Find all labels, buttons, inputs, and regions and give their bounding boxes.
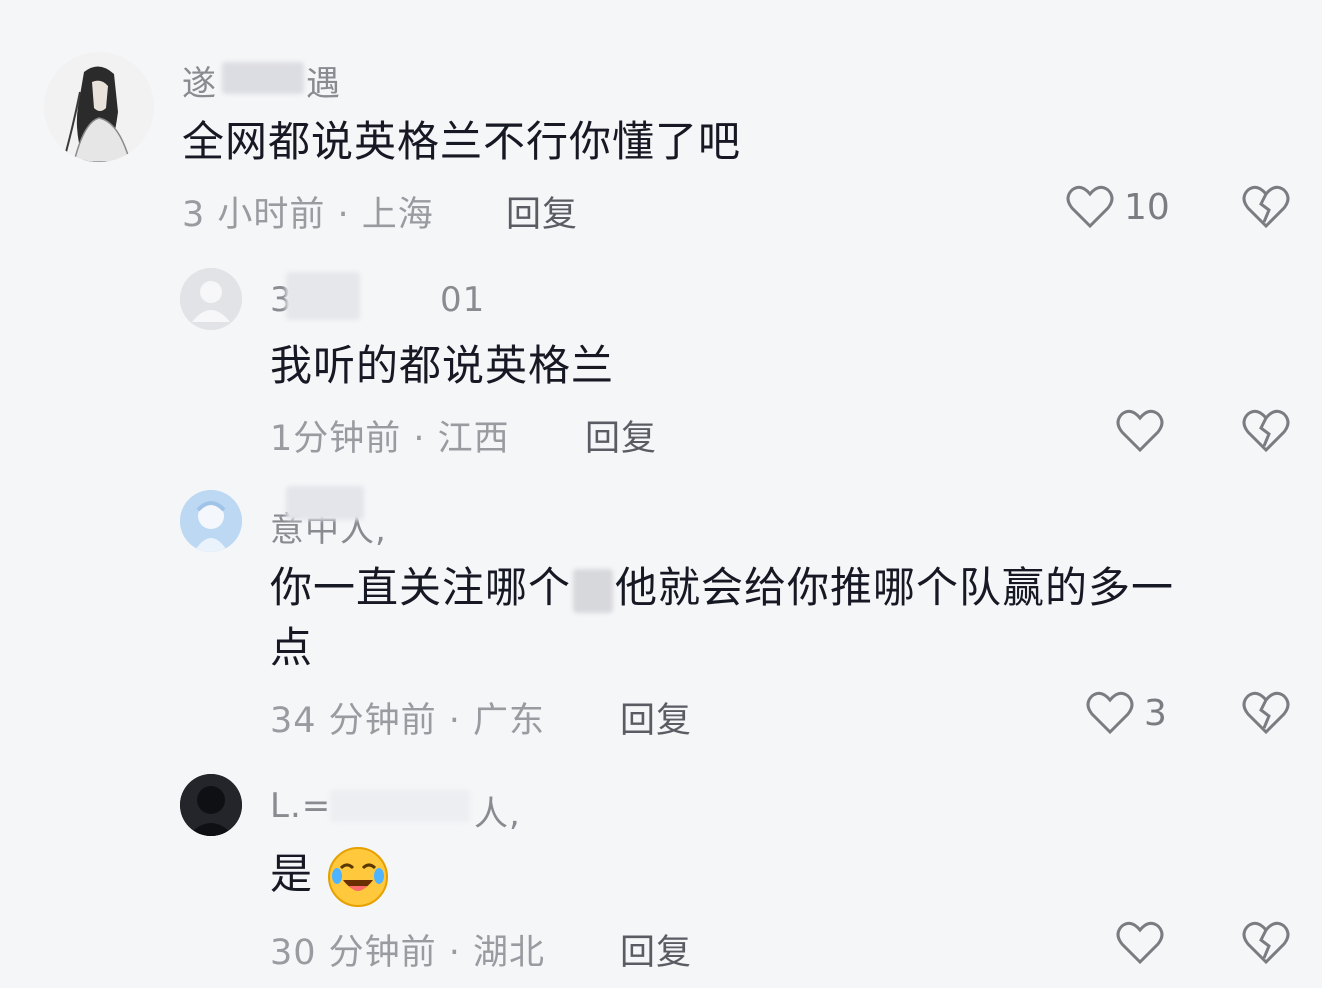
heart-outline-icon — [1116, 920, 1164, 966]
avatar[interactable] — [180, 774, 242, 836]
username[interactable]: L.= — [270, 786, 331, 826]
reply-button[interactable]: 回复 — [620, 924, 692, 975]
redacted-username-patch — [330, 790, 470, 822]
comment-text-row: 是 — [270, 846, 389, 908]
comment-item: L.= 人, 是 30 分钟前 · 湖北 回复 — [0, 0, 1322, 988]
username-tail: 人, — [474, 794, 521, 834]
broken-heart-icon — [1242, 920, 1290, 966]
comment-meta: 30 分钟前 · 湖北 — [270, 933, 546, 973]
avatar-silhouette-icon — [180, 774, 242, 836]
dislike-button[interactable] — [1242, 920, 1290, 966]
comment-text: 是 — [270, 849, 314, 899]
rolling-laughing-emoji-icon — [327, 846, 389, 908]
like-button[interactable] — [1116, 920, 1174, 966]
